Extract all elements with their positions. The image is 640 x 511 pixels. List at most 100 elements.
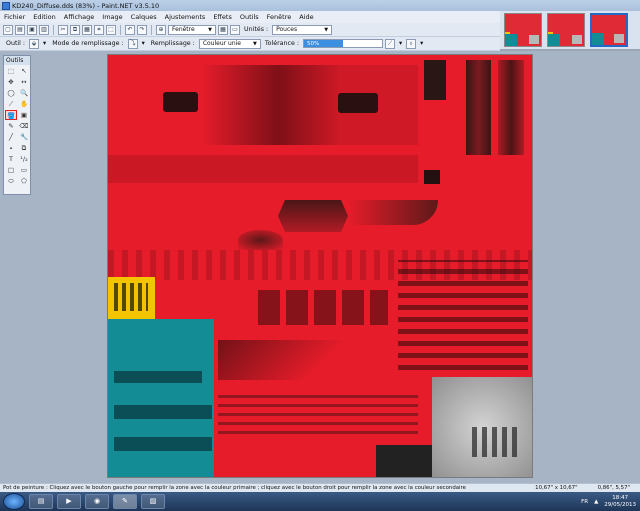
clock[interactable]: 18:47 29/05/2013 xyxy=(604,495,636,509)
menu-help[interactable]: Aide xyxy=(295,13,317,21)
texture-dark-part xyxy=(424,170,440,184)
menu-bar: Fichier Edition Affichage Image Calques … xyxy=(0,11,500,23)
undo-icon[interactable]: ↶ xyxy=(125,24,135,35)
gradient-tool-icon[interactable]: ▣ xyxy=(18,110,30,120)
fill-dropdown[interactable]: Couleur unie ▼ xyxy=(198,38,261,49)
start-button[interactable] xyxy=(3,493,25,510)
texture-dark-slot xyxy=(338,93,378,113)
rectangle-tool-icon[interactable]: □ xyxy=(5,165,17,175)
paint-bucket-tool-icon[interactable]: 🪣 xyxy=(5,110,17,120)
clock-time: 18:47 xyxy=(612,494,629,501)
chevron-down-icon: ▼ xyxy=(324,26,329,33)
windows-taskbar: ▤ ▶ ◉ ✎ ▨ FR ▲ 18:47 29/05/2013 xyxy=(0,492,640,511)
eraser-tool-icon[interactable]: ⌫ xyxy=(18,121,30,131)
paint-bucket-tool-icon[interactable]: ⬙ xyxy=(29,38,40,49)
texture-detail-block xyxy=(398,260,528,370)
deselect-icon[interactable]: ⬚ xyxy=(106,24,116,35)
menu-file[interactable]: Fichier xyxy=(0,13,29,21)
open-file-icon[interactable]: ▤ xyxy=(15,24,25,35)
lasso-tool-icon[interactable]: ↔ xyxy=(18,77,30,87)
image-thumbnail-3-active[interactable] xyxy=(590,13,628,47)
freeform-shape-tool-icon[interactable]: ⬠ xyxy=(18,176,30,186)
thumb-grey-region xyxy=(614,34,624,43)
copy-icon[interactable]: ⧉ xyxy=(70,24,80,35)
ellipse-select-tool-icon[interactable]: ◯ xyxy=(5,88,17,98)
antialiasing-icon[interactable]: ⟋ xyxy=(384,38,395,49)
pan-tool-icon[interactable]: ✋ xyxy=(18,99,30,109)
tolerance-slider[interactable]: 50% xyxy=(302,39,383,48)
image-thumbnail-1[interactable] xyxy=(504,13,542,47)
menu-tools[interactable]: Outils xyxy=(236,13,263,21)
toolbar-divider xyxy=(151,24,152,35)
texture-cyan-stripe xyxy=(114,437,212,451)
fill-mode-label: Mode de remplissage : xyxy=(52,40,124,47)
cut-icon[interactable]: ✂ xyxy=(58,24,68,35)
rulers-icon[interactable]: ▭ xyxy=(230,24,240,35)
paintnet-taskbar-icon[interactable]: ✎ xyxy=(113,494,137,509)
grid-icon[interactable]: ▦ xyxy=(218,24,228,35)
paintbrush-tool-icon[interactable]: ✎ xyxy=(5,121,17,131)
image-viewer-taskbar-icon[interactable]: ▨ xyxy=(141,494,165,509)
rounded-rectangle-tool-icon[interactable]: ▭ xyxy=(18,165,30,175)
recolor-tool-icon[interactable]: ⧉ xyxy=(18,143,30,153)
magic-wand-tool-icon[interactable]: ⟋ xyxy=(5,99,17,109)
units-dropdown[interactable]: Pouces ▼ xyxy=(272,24,333,35)
texture-metal-detail xyxy=(472,427,517,457)
tools-grid: ⬚ ↖ ✥ ↔ ◯ 🔍 ⟋ ✋ 🪣 ▣ ✎ ⌫ ╱ 🔧 ⬩ ⧉ T ¹/₂ □ … xyxy=(4,65,30,187)
texture-label-print xyxy=(114,283,148,311)
status-message: Pot de peinture : Cliquez avec le bouton… xyxy=(3,485,466,491)
image-thumbnail-2[interactable] xyxy=(547,13,585,47)
image-size-readout: 10,67" x 10,67" xyxy=(535,485,578,491)
paste-icon[interactable]: ▦ xyxy=(82,24,92,35)
thumb-cyan-region xyxy=(505,34,517,46)
color-picker-tool-icon[interactable]: 🔧 xyxy=(18,132,30,142)
texture-cyan-panel xyxy=(108,319,214,477)
clone-stamp-tool-icon[interactable]: ⬩ xyxy=(5,143,17,153)
print-icon[interactable]: ▥ xyxy=(39,24,49,35)
window-dropdown[interactable]: Fenêtre ▼ xyxy=(168,24,216,35)
menu-layers[interactable]: Calques xyxy=(127,13,161,21)
rectangle-select-tool-icon[interactable]: ⬚ xyxy=(5,66,17,76)
language-indicator[interactable]: FR xyxy=(581,499,588,505)
texture-curve-part xyxy=(348,200,438,225)
line-curve-tool-icon[interactable]: ¹/₂ xyxy=(18,154,30,164)
new-file-icon[interactable]: ▢ xyxy=(3,24,13,35)
image-thumbnails xyxy=(500,11,640,49)
zoom-tool-icon[interactable]: 🔍 xyxy=(18,88,30,98)
menu-adjustments[interactable]: Ajustements xyxy=(161,13,210,21)
menu-effects[interactable]: Effets xyxy=(209,13,236,21)
save-icon[interactable]: ▣ xyxy=(27,24,37,35)
chevron-down-icon[interactable]: ▾ xyxy=(43,40,46,47)
explorer-taskbar-icon[interactable]: ▤ xyxy=(29,494,53,509)
blend-mode-icon[interactable]: ⬨ xyxy=(406,38,417,49)
pencil-tool-icon[interactable]: ╱ xyxy=(5,132,17,142)
crop-icon[interactable]: ⌗ xyxy=(94,24,104,35)
ellipse-tool-icon[interactable]: ⬭ xyxy=(5,176,17,186)
menu-edit[interactable]: Edition xyxy=(29,13,60,21)
chevron-down-icon[interactable]: ▾ xyxy=(142,40,145,47)
zoom-icon[interactable]: ⊕ xyxy=(156,24,166,35)
menu-window[interactable]: Fenêtre xyxy=(263,13,296,21)
texture-detail-block xyxy=(218,340,393,380)
move-pixels-tool-icon[interactable]: ✥ xyxy=(5,77,17,87)
fill-mode-icon[interactable]: ⤵ xyxy=(127,38,138,49)
text-tool-icon[interactable]: T xyxy=(5,154,17,164)
thumb-grey-region xyxy=(572,35,582,44)
tolerance-value: 50% xyxy=(306,41,320,47)
clock-date: 29/05/2013 xyxy=(604,501,636,508)
texture-detail-block xyxy=(218,395,418,435)
menu-view[interactable]: Affichage xyxy=(60,13,99,21)
media-player-taskbar-icon[interactable]: ▶ xyxy=(57,494,81,509)
image-canvas[interactable] xyxy=(107,54,533,478)
texture-dark-part xyxy=(498,60,524,155)
firefox-taskbar-icon[interactable]: ◉ xyxy=(85,494,109,509)
network-icon[interactable]: ▲ xyxy=(594,499,598,505)
window-title: KD240_Diffuse.dds (83%) - Paint.NET v3.5… xyxy=(12,1,160,10)
texture-panel-strip xyxy=(108,155,418,183)
menu-image[interactable]: Image xyxy=(98,13,126,21)
move-selection-tool-icon[interactable]: ↖ xyxy=(18,66,30,76)
chevron-down-icon[interactable]: ▾ xyxy=(399,40,402,47)
redo-icon[interactable]: ↷ xyxy=(137,24,147,35)
chevron-down-icon[interactable]: ▾ xyxy=(420,40,423,47)
thumb-grey-region xyxy=(529,35,539,44)
